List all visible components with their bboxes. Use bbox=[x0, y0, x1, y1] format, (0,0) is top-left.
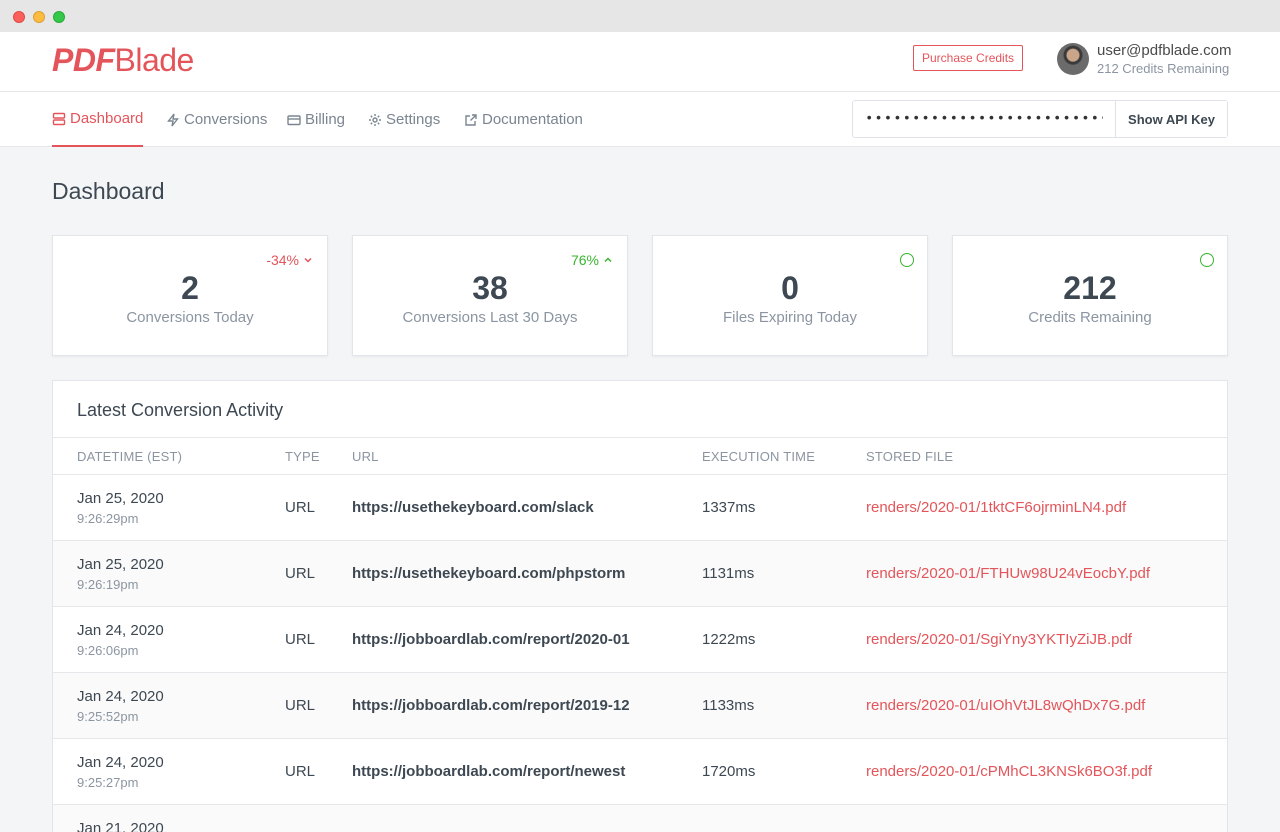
close-window-button[interactable] bbox=[13, 11, 25, 23]
user-credits-remaining: 212 Credits Remaining bbox=[1097, 61, 1230, 76]
show-api-key-button[interactable]: Show API Key bbox=[1115, 101, 1227, 137]
row-type: URL bbox=[285, 499, 316, 516]
credit-card-icon bbox=[287, 114, 301, 125]
row-execution-time: 1131ms bbox=[702, 565, 755, 582]
purchase-credits-button[interactable]: Purchase Credits bbox=[913, 45, 1024, 71]
stat-value: 0 bbox=[781, 270, 799, 306]
trend-value: -34% bbox=[266, 252, 299, 268]
table-row: Jan 24, 2020 9:25:27pm URL https://jobbo… bbox=[53, 739, 1227, 805]
table-row: Jan 25, 2020 9:26:19pm URL https://useth… bbox=[53, 541, 1227, 607]
brand-logo-part1: PDF bbox=[52, 42, 115, 78]
row-url: https://jobboardlab.com/report/2019-12 bbox=[352, 697, 630, 714]
stat-value: 38 bbox=[472, 270, 508, 306]
stat-label: Files Expiring Today bbox=[723, 309, 857, 326]
table-row: Jan 24, 2020 9:26:06pm URL https://jobbo… bbox=[53, 607, 1227, 673]
row-type: URL bbox=[285, 763, 316, 780]
row-date: Jan 24, 2020 bbox=[77, 688, 164, 705]
chevron-up-icon bbox=[604, 257, 612, 263]
api-key-group: Show API Key bbox=[852, 100, 1228, 138]
nav-item-label: Documentation bbox=[482, 111, 583, 128]
row-time: 9:26:29pm bbox=[77, 511, 139, 526]
row-date: Jan 25, 2020 bbox=[77, 556, 164, 573]
row-execution-time: 1222ms bbox=[702, 631, 756, 648]
stat-value: 2 bbox=[181, 270, 199, 306]
row-stored-file-link[interactable]: renders/2020-01/uIOhVtJL8wQhDx7G.pdf bbox=[866, 697, 1145, 714]
row-date: Jan 25, 2020 bbox=[77, 490, 164, 507]
row-execution-time: 1337ms bbox=[702, 499, 756, 516]
column-header-type: Type bbox=[285, 449, 320, 464]
stat-card-files-expiring: 0 Files Expiring Today bbox=[652, 235, 928, 356]
external-link-icon bbox=[465, 113, 477, 126]
nav-item-label: Billing bbox=[305, 111, 346, 128]
chevron-down-icon bbox=[304, 257, 312, 263]
brand-logo[interactable]: PDFBlade bbox=[52, 42, 194, 78]
stat-card-conversions-today: -34% 2 Conversions Today bbox=[52, 235, 328, 356]
row-type: URL bbox=[285, 697, 316, 714]
table-row: Jan 24, 2020 9:25:52pm URL https://jobbo… bbox=[53, 673, 1227, 739]
row-stored-file-link[interactable]: renders/2020-01/cPMhCL3KNSk6BO3f.pdf bbox=[866, 763, 1152, 780]
row-url: https://jobboardlab.com/report/2020-01 bbox=[352, 631, 630, 648]
status-ok-icon bbox=[1200, 253, 1214, 267]
nav-item-label: Dashboard bbox=[70, 110, 144, 127]
nav-item-dashboard[interactable]: Dashboard bbox=[52, 92, 144, 147]
nav-item-conversions[interactable]: Conversions bbox=[166, 92, 267, 147]
row-execution-time: 1720ms bbox=[702, 763, 756, 780]
user-email[interactable]: user@pdfblade.com bbox=[1097, 42, 1231, 59]
minimize-window-button[interactable] bbox=[33, 11, 45, 23]
row-type: URL bbox=[285, 565, 316, 582]
row-date: Jan 24, 2020 bbox=[77, 622, 164, 639]
stat-value: 212 bbox=[1063, 270, 1117, 306]
row-time: 9:25:27pm bbox=[77, 775, 139, 790]
row-type: URL bbox=[285, 631, 316, 648]
stat-label: Conversions Today bbox=[126, 309, 254, 326]
trend-value: 76% bbox=[570, 252, 599, 268]
row-stored-file-link[interactable]: renders/2020-01/1tktCF6ojrminLN4.pdf bbox=[866, 499, 1126, 516]
row-time: 9:25:52pm bbox=[77, 709, 139, 724]
column-header-stored-file: Stored File bbox=[866, 449, 954, 464]
row-execution-time: 1133ms bbox=[702, 697, 755, 714]
panel-title: Latest Conversion Activity bbox=[77, 400, 284, 420]
nav-item-billing[interactable]: Billing bbox=[287, 92, 345, 147]
top-header: PDFBlade Purchase Credits user@pdfblade.… bbox=[0, 32, 1280, 92]
bolt-icon bbox=[167, 113, 179, 126]
row-date: Jan 21, 2020 bbox=[77, 820, 164, 832]
nav-item-documentation[interactable]: Documentation bbox=[464, 92, 583, 147]
avatar[interactable] bbox=[1057, 43, 1089, 75]
table-row: Jan 21, 2020 bbox=[53, 805, 1227, 832]
row-date: Jan 24, 2020 bbox=[77, 754, 164, 771]
maximize-window-button[interactable] bbox=[53, 11, 65, 23]
row-url: https://usethekeyboard.com/slack bbox=[352, 499, 594, 516]
row-time: 9:26:19pm bbox=[77, 577, 139, 592]
brand-logo-part2: Blade bbox=[114, 42, 195, 78]
nav-item-label: Settings bbox=[386, 111, 441, 128]
table-header: Datetime (EST) Type URL Execution Time S… bbox=[53, 437, 1227, 475]
stat-label: Credits Remaining bbox=[1028, 309, 1152, 326]
api-key-field[interactable] bbox=[853, 101, 1115, 137]
column-header-execution-time: Execution Time bbox=[702, 449, 816, 464]
table-row: Jan 25, 2020 9:26:29pm URL https://useth… bbox=[53, 475, 1227, 541]
server-icon bbox=[52, 112, 66, 125]
column-header-url: URL bbox=[352, 449, 379, 464]
nav-item-label: Conversions bbox=[184, 111, 268, 128]
trend-badge: -34% bbox=[266, 252, 313, 268]
main-navigation: Dashboard Conversions Billing Settings D… bbox=[0, 92, 1280, 147]
stat-card-conversions-30-days: 76% 38 Conversions Last 30 Days bbox=[352, 235, 628, 356]
status-ok-icon bbox=[900, 253, 914, 267]
conversion-activity-panel: Latest Conversion Activity Datetime (EST… bbox=[52, 380, 1228, 832]
stat-label: Conversions Last 30 Days bbox=[402, 309, 578, 326]
stat-card-credits-remaining: 212 Credits Remaining bbox=[952, 235, 1228, 356]
row-stored-file-link[interactable]: renders/2020-01/SgiYny3YKTIyZiJB.pdf bbox=[866, 631, 1132, 648]
row-url: https://jobboardlab.com/report/newest bbox=[352, 763, 626, 780]
row-time: 9:26:06pm bbox=[77, 643, 139, 658]
trend-badge: 76% bbox=[571, 252, 613, 268]
row-url: https://usethekeyboard.com/phpstorm bbox=[352, 565, 626, 582]
gear-icon bbox=[369, 113, 381, 126]
column-header-datetime: Datetime (EST) bbox=[77, 449, 183, 464]
window-titlebar bbox=[0, 0, 1280, 32]
nav-item-settings[interactable]: Settings bbox=[368, 92, 440, 147]
row-stored-file-link[interactable]: renders/2020-01/FTHUw98U24vEocbY.pdf bbox=[866, 565, 1150, 582]
page-title: Dashboard bbox=[52, 178, 165, 204]
